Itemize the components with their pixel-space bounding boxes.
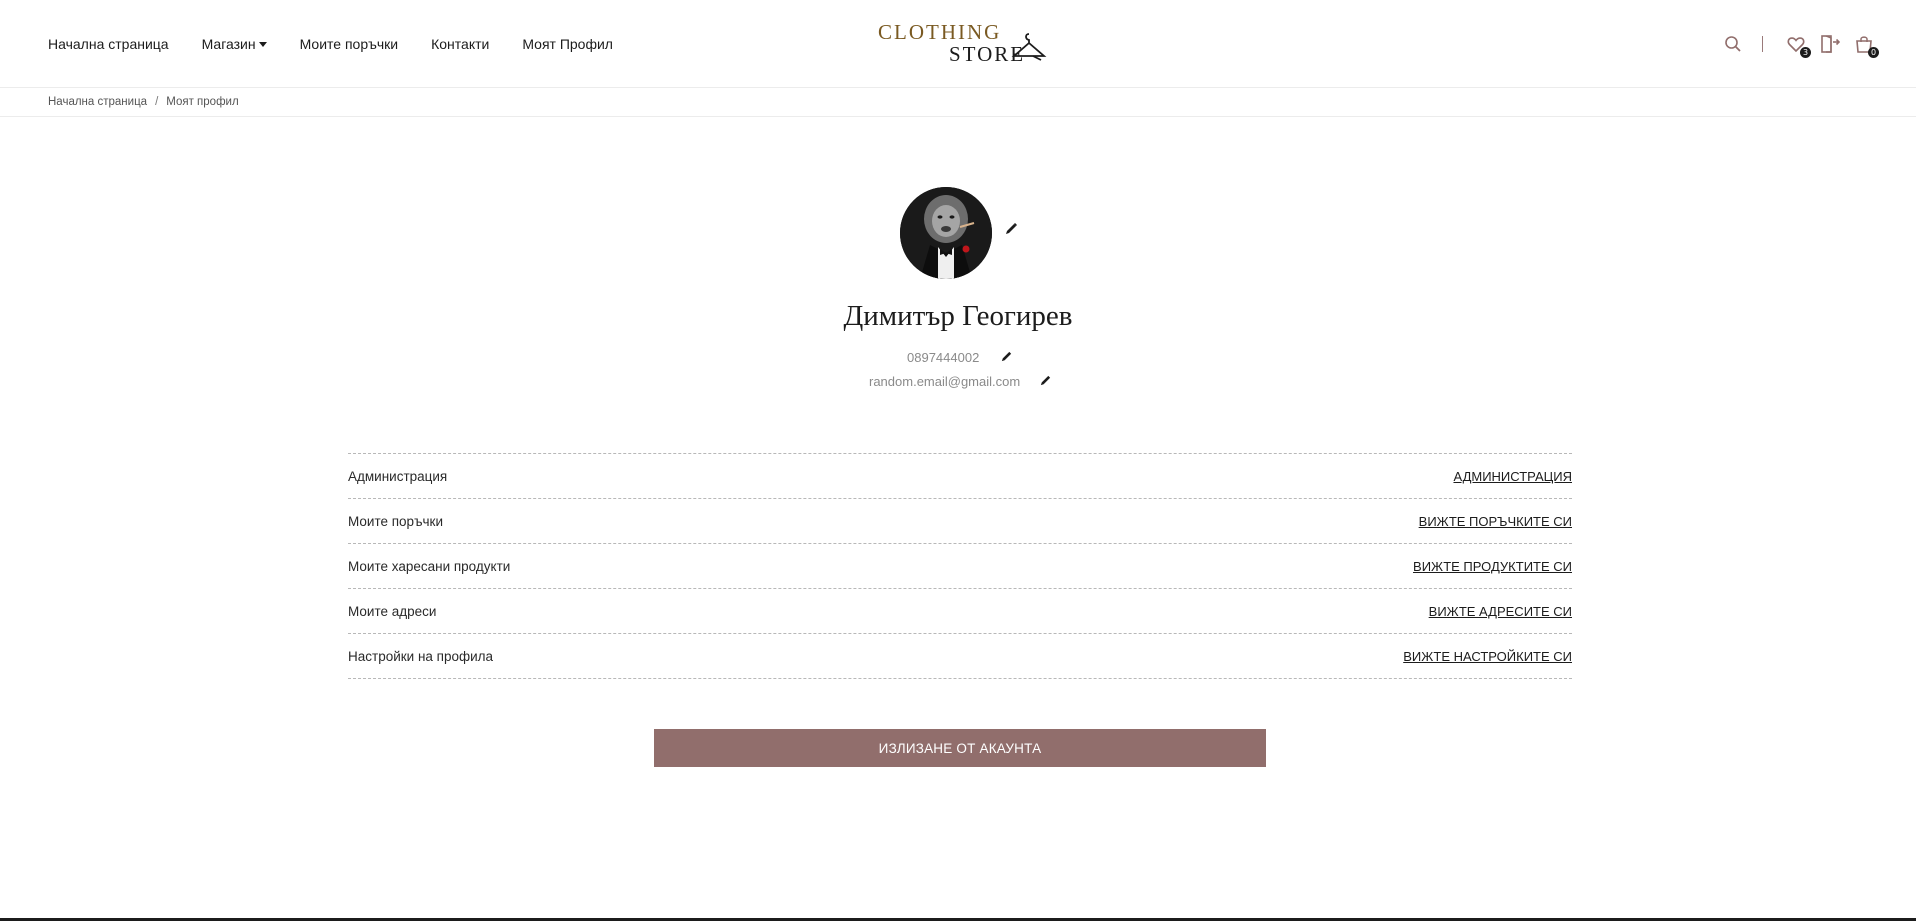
account-row-settings: Настройки на профила Вижте настройките с… [348,634,1572,679]
main-nav: Начална страница Магазин Моите поръчки К… [48,36,646,52]
account-row-label: Моите харесани продукти [348,558,511,574]
profile-email: random.email@gmail.com [869,374,1021,389]
account-row-addresses: Моите адреси Вижте адресите си [348,589,1572,634]
view-addresses-link[interactable]: Вижте адресите си [1429,604,1572,619]
wishlist-count-badge: 3 [1800,47,1811,58]
wishlist-button[interactable]: 3 [1785,33,1811,58]
view-orders-link[interactable]: Вижте поръчките си [1419,514,1572,529]
view-settings-link[interactable]: Вижте настройките си [1403,649,1572,664]
store-logo[interactable]: CLOTHING STORE [878,20,1048,70]
edit-avatar-pencil-icon[interactable] [1004,222,1018,236]
nav-home-label: Начална страница [48,36,169,52]
profile-avatar [900,187,992,279]
nav-shop-label: Магазин [201,36,256,52]
header-divider [1762,36,1763,52]
view-liked-products-link[interactable]: Вижте продуктите си [1413,559,1572,574]
breadcrumb: Начална страница / Моят профил [0,88,1916,117]
account-row-administration: Администрация Администрация [348,454,1572,499]
lion-in-tuxedo-image [900,187,992,279]
hanger-icon [1011,33,1047,61]
logout-icon-button[interactable] [1819,33,1841,55]
header-icons: 3 0 [1722,32,1879,58]
administration-link[interactable]: Администрация [1453,469,1572,484]
nav-my-orders-label: Моите поръчки [299,36,399,52]
door-exit-icon [1821,35,1840,53]
profile-name: Димитър Геогирев [843,300,1073,332]
account-row-label: Моите поръчки [348,513,443,529]
edit-phone-pencil-icon[interactable] [1000,350,1014,364]
account-options-list: Администрация Администрация Моите поръчк… [348,453,1572,679]
search-icon[interactable] [1722,33,1744,55]
nav-my-profile-label: Моят Профил [522,36,613,52]
nav-my-profile[interactable]: Моят Профил [522,36,613,52]
nav-contacts-label: Контакти [431,36,490,52]
cart-count-badge: 0 [1868,47,1879,58]
site-header: Начална страница Магазин Моите поръчки К… [0,0,1916,88]
caret-down-icon [258,42,267,47]
nav-my-orders[interactable]: Моите поръчки [300,36,399,52]
breadcrumb-trail: Начална страница / Моят профил [48,96,239,108]
breadcrumb-home-link[interactable]: Начална страница [48,96,147,108]
nav-contacts[interactable]: Контакти [431,36,489,52]
breadcrumb-separator: / [155,96,159,108]
edit-email-pencil-icon[interactable] [1039,374,1053,388]
logout-button[interactable]: ИЗЛИЗАНЕ ОТ АКАУНТА [654,729,1266,767]
nav-home[interactable]: Начална страница [48,36,169,52]
account-row-label: Моите адреси [348,603,437,619]
account-row-label: Администрация [348,468,448,484]
breadcrumb-current: Моят профил [166,96,239,108]
account-row-liked-products: Моите харесани продукти Вижте продуктите… [348,544,1572,589]
account-row-label: Настройки на профила [348,648,494,664]
cart-button[interactable]: 0 [1853,33,1879,58]
profile-phone: 0897444002 [907,350,980,365]
account-row-orders: Моите поръчки Вижте поръчките си [348,499,1572,544]
nav-shop[interactable]: Магазин [202,36,267,52]
